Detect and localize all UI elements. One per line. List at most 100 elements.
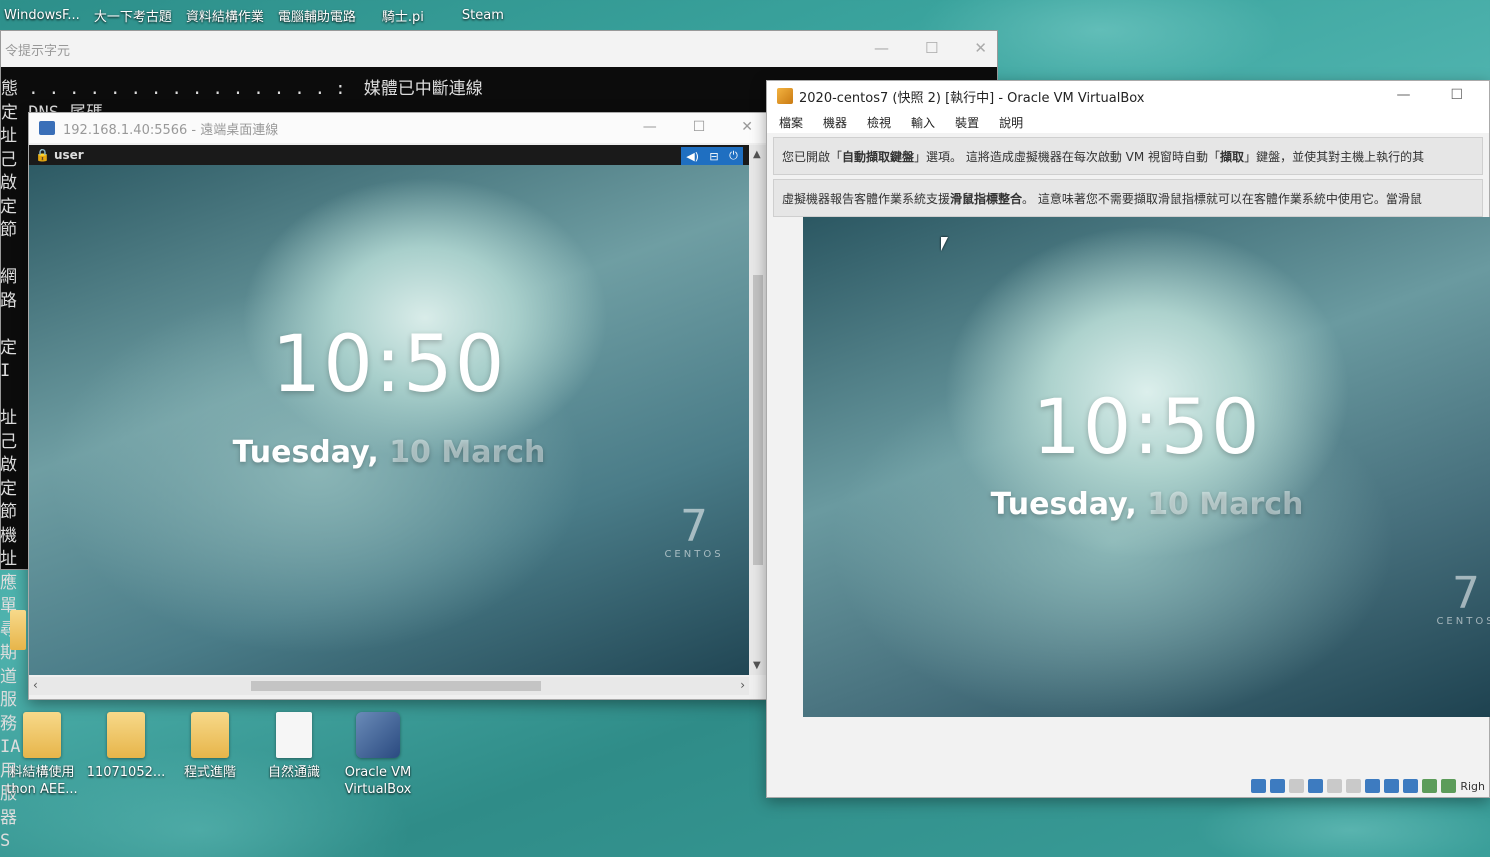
desktop-top-row: WindowsF... 大一下考古題 資料結構作業 電腦輔助電路 騎士.pi S… — [0, 0, 520, 30]
power-icon[interactable]: ⏻ — [729, 149, 738, 163]
document-icon — [276, 712, 312, 758]
rdp-title: 192.168.1.40:5566 - 遠端桌面連線 — [63, 122, 279, 138]
notice-text: 您已開啟「 — [782, 149, 843, 164]
vm-display[interactable]: 10:50 Tuesday, 10 March 7 CENTOS — [803, 217, 1490, 717]
vb-titlebar[interactable]: 2020-centos7 (快照 2) [執行中] - Oracle VM Vi… — [767, 81, 1489, 111]
notice-bold-text: 自動擷取鍵盤 — [842, 149, 915, 164]
desktop-icon[interactable]: 程式進階 — [168, 712, 252, 798]
desktop-item-label[interactable]: 大一下考古題 — [94, 6, 172, 25]
desktop-item-label[interactable]: 資料結構作業 — [186, 6, 264, 25]
desktop-icon-label: Oracle VM — [344, 765, 412, 780]
maximize-icon[interactable]: ☐ — [1450, 87, 1463, 103]
menu-item-file[interactable]: 檔案 — [779, 114, 803, 131]
menu-item-input[interactable]: 輸入 — [911, 114, 935, 131]
vb-menu-bar: 檔案 機器 檢視 輸入 裝置 說明 — [767, 111, 1489, 133]
notice-text: 虛擬機器報告客體作業系統支援 — [782, 191, 951, 206]
folder-icon[interactable] — [10, 610, 26, 650]
centos-version: 7 — [680, 501, 708, 552]
close-icon[interactable]: ✕ — [741, 119, 753, 135]
minimize-icon[interactable]: — — [1396, 87, 1410, 103]
close-icon[interactable]: ✕ — [974, 39, 987, 57]
vb-status-bar: Righ — [1251, 777, 1489, 795]
scrollbar-thumb[interactable] — [251, 681, 541, 691]
folder-icon — [23, 712, 61, 758]
desktop-item-label[interactable]: WindowsF... — [4, 8, 80, 23]
lock-screen-date: Tuesday, 10 March — [803, 487, 1490, 522]
scrollbar-thumb[interactable] — [753, 275, 763, 565]
desktop-icon-label: 料結構使用 — [9, 765, 75, 780]
lock-screen-background — [29, 165, 749, 675]
cmd-text: S ov — [0, 831, 20, 857]
cmd-text: 態 . . . . . . . . . . . . . . . : — [1, 79, 346, 99]
rdp-top-bar: 🔒 user ◀) ⊟ ⏻ — [29, 145, 749, 165]
maximize-icon[interactable]: ☐ — [693, 119, 706, 135]
scroll-left-icon[interactable]: ‹ — [33, 678, 38, 692]
rdp-user-label: user — [53, 148, 84, 162]
desktop-item-label[interactable]: Steam — [462, 8, 504, 23]
audio-icon[interactable] — [1289, 779, 1305, 793]
date-day: 10 March — [1147, 487, 1304, 522]
shared-folders-icon[interactable] — [1346, 779, 1362, 793]
menu-item-help[interactable]: 說明 — [999, 114, 1023, 131]
scroll-down-icon[interactable]: ▼ — [753, 660, 761, 671]
desktop-icon-label: VirtualBox — [344, 782, 412, 797]
horizontal-scrollbar[interactable]: ‹ › — [29, 677, 749, 695]
cmd-title: 令提示字元 — [5, 43, 71, 59]
lock-screen-date: Tuesday, 10 March — [29, 435, 749, 470]
hard-disk-icon[interactable] — [1251, 779, 1267, 793]
video-capture-icon[interactable] — [1384, 779, 1400, 793]
notice-bold-text: 擷取 — [1220, 149, 1245, 164]
centos-wordmark: CENTOS — [664, 549, 724, 560]
host-key-label: Righ — [1460, 779, 1485, 793]
display-icon[interactable] — [1365, 779, 1381, 793]
date-day: 10 March — [389, 435, 546, 470]
cmd-text: 媒體已中斷連線 — [363, 79, 483, 99]
menu-item-view[interactable]: 檢視 — [867, 114, 891, 131]
remote-desktop-icon — [39, 121, 55, 135]
minimize-icon[interactable]: — — [643, 119, 657, 135]
keyboard-capture-icon[interactable] — [1441, 779, 1457, 793]
centos-version: 7 — [1452, 568, 1480, 619]
virtualbox-window[interactable]: 2020-centos7 (快照 2) [執行中] - Oracle VM Vi… — [766, 80, 1490, 798]
network-icon[interactable] — [1308, 779, 1324, 793]
remote-desktop-window[interactable]: 192.168.1.40:5566 - 遠端桌面連線 — ☐ ✕ 🔒 user … — [28, 112, 768, 700]
vb-title: 2020-centos7 (快照 2) [執行中] - Oracle VM Vi… — [799, 90, 1145, 106]
usb-icon[interactable] — [1327, 779, 1343, 793]
lock-screen-clock: 10:50 — [271, 320, 507, 410]
virtualbox-icon — [777, 88, 793, 104]
rdp-system-tray[interactable]: ◀) ⊟ ⏻ — [681, 147, 743, 165]
desktop-icon-label: 自然通識 — [267, 765, 320, 780]
date-weekday: Tuesday, — [990, 487, 1137, 522]
rdp-titlebar[interactable]: 192.168.1.40:5566 - 遠端桌面連線 — ☐ ✕ — [29, 113, 767, 143]
cmd-titlebar[interactable]: 令提示字元 — ☐ ✕ — [1, 31, 997, 67]
mouse-integration-notice: 虛擬機器報告客體作業系統支援 滑鼠指標整合。 這意味著您不需要擷取滑鼠指標就可以在… — [773, 179, 1483, 217]
menu-item-devices[interactable]: 裝置 — [955, 114, 979, 131]
lock-screen-clock: 10:50 — [1032, 382, 1262, 471]
desktop-item-label[interactable]: 電腦輔助電路 — [278, 6, 356, 25]
virtualbox-icon — [356, 712, 400, 758]
lock-icon: 🔒 — [35, 148, 50, 162]
virtualization-icon[interactable] — [1403, 779, 1419, 793]
folder-icon — [191, 712, 229, 758]
centos-logo: 7 CENTOS — [649, 501, 739, 561]
desktop-item-label[interactable]: 騎士.pi — [382, 6, 424, 25]
desktop-icon[interactable]: 11071052... — [84, 712, 168, 798]
mouse-integration-icon[interactable] — [1422, 779, 1438, 793]
desktop-icon[interactable]: 自然通識 — [252, 712, 336, 798]
maximize-icon[interactable]: ☐ — [925, 39, 938, 57]
volume-icon[interactable]: ◀) — [686, 150, 699, 163]
vertical-scrollbar[interactable]: ▲ ▼ — [749, 145, 767, 675]
notice-text: 」選項。 這將造成虛擬機器在每次啟動 VM 視窗時自動「 — [914, 149, 1221, 164]
desktop-icon[interactable]: 料結構使用 thon AEE... — [0, 712, 84, 798]
desktop-icon[interactable]: Oracle VM VirtualBox — [336, 712, 420, 798]
centos-logo: 7 CENTOS — [1421, 568, 1490, 628]
menu-item-machine[interactable]: 機器 — [823, 114, 847, 131]
desktop-icon-label: 程式進階 — [183, 765, 236, 780]
minimize-icon[interactable]: — — [874, 39, 889, 57]
optical-drive-icon[interactable] — [1270, 779, 1286, 793]
network-icon[interactable]: ⊟ — [709, 150, 718, 163]
rdp-remote-screen[interactable]: 🔒 user ◀) ⊟ ⏻ 10:50 Tuesday, 10 March 7 … — [29, 145, 749, 675]
scroll-up-icon[interactable]: ▲ — [753, 149, 761, 160]
keyboard-capture-notice: 您已開啟「 自動擷取鍵盤 」選項。 這將造成虛擬機器在每次啟動 VM 視窗時自動「擷… — [773, 137, 1483, 175]
scroll-right-icon[interactable]: › — [740, 678, 745, 692]
